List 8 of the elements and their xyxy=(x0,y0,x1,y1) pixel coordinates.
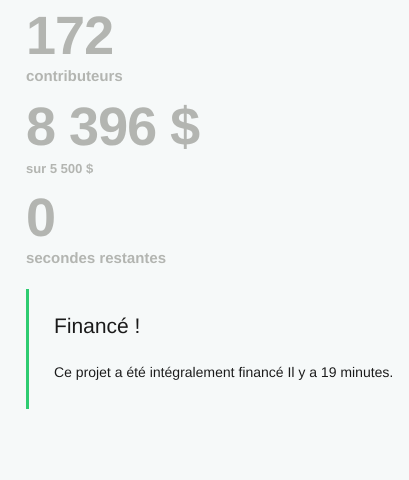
stat-value: 172 xyxy=(26,8,114,64)
notice-text: Ce projet a été intégralement financé Il y a 19 minutes. xyxy=(54,363,394,382)
stat-label: sur 5 500 $ xyxy=(26,161,94,176)
notice-title: Financé ! xyxy=(54,315,142,339)
stat-label: secondes restantes xyxy=(26,250,168,267)
stat-label: contributeurs xyxy=(26,68,124,85)
stat-value: 0 xyxy=(26,190,56,246)
stat-value: 8 396 $ xyxy=(26,99,200,155)
